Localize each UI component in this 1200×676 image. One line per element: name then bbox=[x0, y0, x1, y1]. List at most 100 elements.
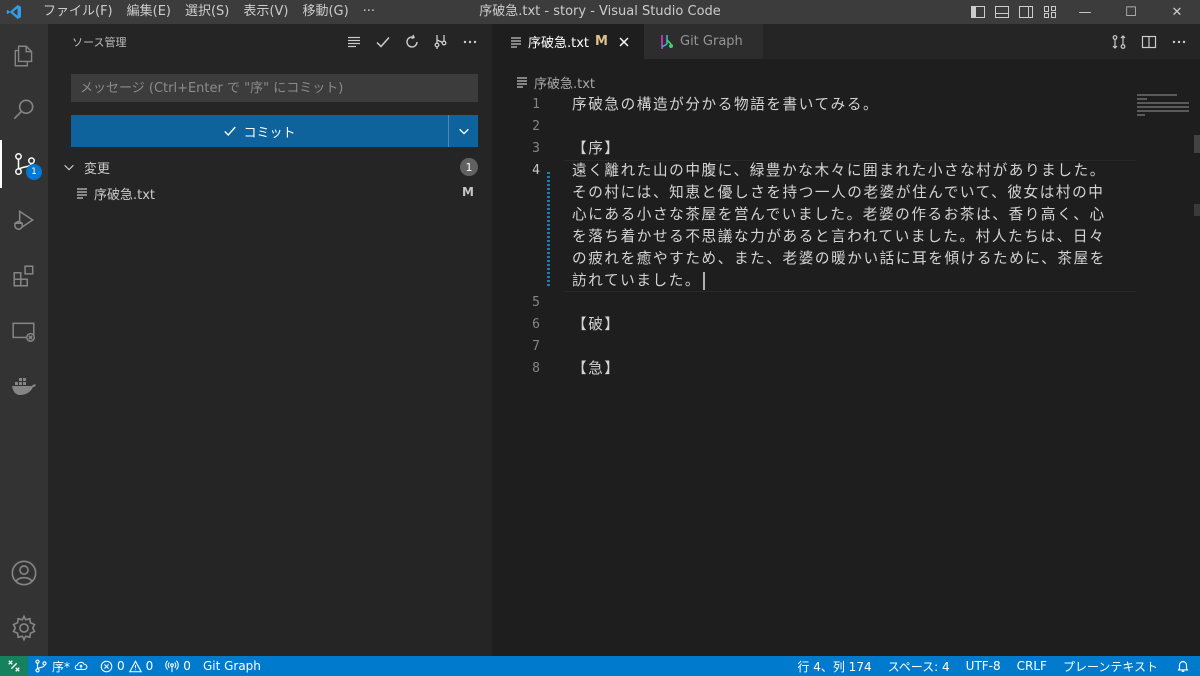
scrollbar-marker bbox=[1194, 204, 1200, 216]
split-editor-icon[interactable] bbox=[1134, 31, 1164, 53]
sidebar-actions bbox=[339, 32, 484, 52]
text-file-icon bbox=[76, 187, 90, 199]
changes-label: 変更 bbox=[84, 161, 111, 177]
run-debug-icon[interactable] bbox=[0, 196, 48, 244]
notifications-icon[interactable] bbox=[1166, 656, 1200, 676]
search-icon[interactable] bbox=[0, 86, 48, 134]
warning-icon bbox=[128, 659, 142, 672]
code-line-with-cursor: 訪れていました。 bbox=[572, 270, 706, 292]
chevron-down-icon bbox=[458, 128, 469, 135]
menu-bar: ファイル(F) 編集(E) 選択(S) 表示(V) 移動(G) ··· bbox=[36, 0, 382, 24]
editor-tab-bar: 序破急.txt M Git Graph bbox=[492, 24, 1200, 59]
cursor-position[interactable]: 行 4、列 174 bbox=[789, 656, 879, 676]
git-graph-status-label: Git Graph bbox=[202, 659, 261, 673]
end-of-line[interactable]: CRLF bbox=[1009, 656, 1055, 676]
line-number: 1 bbox=[532, 97, 540, 112]
close-icon[interactable] bbox=[618, 36, 630, 48]
status-bar-right: 行 4、列 174 スペース: 4 UTF-8 CRLF プレーンテキスト bbox=[789, 656, 1200, 676]
language-mode[interactable]: プレーンテキスト bbox=[1055, 656, 1166, 676]
more-actions-icon[interactable] bbox=[1164, 31, 1194, 53]
changed-file-item[interactable]: 序破急.txt M bbox=[48, 182, 492, 204]
git-graph-status-item[interactable]: Git Graph bbox=[197, 656, 267, 676]
editor-area: 序破急.txt M Git Graph 序破急.txt 1 2 3 4 5 6 … bbox=[492, 24, 1200, 656]
commit-button[interactable]: コミット bbox=[71, 115, 449, 147]
text-file-icon bbox=[511, 36, 521, 48]
problems-indicator[interactable]: 0 0 bbox=[94, 656, 159, 676]
code-line: その村には、知恵と優しさを持つ一人の老婆が住んでいて、彼女は村の中 bbox=[572, 184, 1105, 201]
encoding[interactable]: UTF-8 bbox=[958, 656, 1009, 676]
menu-more[interactable]: ··· bbox=[356, 0, 382, 24]
graph-icon[interactable] bbox=[426, 32, 455, 52]
line-number: 6 bbox=[532, 317, 540, 332]
menu-go[interactable]: 移動(G) bbox=[295, 0, 355, 24]
commit-message-input[interactable] bbox=[71, 74, 478, 102]
toggle-panel-icon[interactable] bbox=[990, 0, 1014, 24]
code-line: 遠く離れた山の中腹に、緑豊かな木々に囲まれた小さな村がありました。 bbox=[572, 162, 1106, 179]
commit-button-group: コミット bbox=[71, 115, 478, 147]
refresh-icon[interactable] bbox=[397, 32, 426, 52]
menu-view[interactable]: 表示(V) bbox=[236, 0, 295, 24]
git-branch-icon bbox=[35, 659, 47, 673]
menu-file[interactable]: ファイル(F) bbox=[36, 0, 120, 24]
file-status-modified: M bbox=[462, 185, 474, 199]
remote-icon bbox=[8, 660, 20, 672]
source-control-badge: 1 bbox=[26, 164, 42, 180]
error-icon bbox=[100, 660, 113, 672]
commit-check-icon[interactable] bbox=[368, 32, 397, 52]
modified-line-indicator[interactable] bbox=[547, 172, 550, 288]
minimap[interactable] bbox=[1137, 94, 1192, 124]
line-number: 4 bbox=[532, 163, 540, 178]
window-controls: — ☐ ✕ bbox=[966, 0, 1200, 24]
remote-indicator[interactable] bbox=[0, 656, 28, 676]
code-line: 【急】 bbox=[572, 360, 621, 377]
menu-edit[interactable]: 編集(E) bbox=[120, 0, 178, 24]
menu-selection[interactable]: 選択(S) bbox=[178, 0, 236, 24]
tab-label: Git Graph bbox=[680, 34, 743, 49]
warning-count: 0 bbox=[145, 659, 154, 673]
commit-dropdown-button[interactable] bbox=[449, 115, 478, 147]
breadcrumb[interactable]: 序破急.txt bbox=[516, 71, 595, 93]
close-button[interactable]: ✕ bbox=[1154, 0, 1200, 24]
check-icon bbox=[224, 126, 237, 136]
source-control-icon[interactable]: 1 bbox=[0, 140, 48, 188]
extensions-icon[interactable] bbox=[0, 252, 48, 300]
code-line: 【序】 bbox=[572, 140, 621, 157]
cloud-sync-icon[interactable] bbox=[74, 659, 88, 673]
line-number: 3 bbox=[532, 141, 540, 156]
branch-indicator[interactable]: 序* bbox=[28, 656, 94, 676]
docker-icon[interactable] bbox=[0, 362, 48, 410]
more-actions-icon[interactable] bbox=[455, 32, 484, 52]
commit-button-label: コミット bbox=[243, 125, 296, 141]
sidebar-header: ソース管理 bbox=[48, 24, 492, 59]
tab-story-file[interactable]: 序破急.txt M bbox=[492, 24, 644, 59]
toggle-primary-sidebar-icon[interactable] bbox=[966, 0, 990, 24]
ports-indicator[interactable]: 0 bbox=[159, 656, 197, 676]
minimize-button[interactable]: — bbox=[1062, 0, 1108, 24]
changes-count-badge: 1 bbox=[460, 158, 478, 176]
editor-actions bbox=[1104, 31, 1194, 53]
maximize-button[interactable]: ☐ bbox=[1108, 0, 1154, 24]
remote-explorer-icon[interactable] bbox=[0, 308, 48, 356]
activity-bar: 1 bbox=[0, 24, 48, 656]
line-number: 7 bbox=[532, 339, 540, 354]
account-icon[interactable] bbox=[0, 549, 48, 597]
title-bar: ファイル(F) 編集(E) 選択(S) 表示(V) 移動(G) ··· 序破急.… bbox=[0, 0, 1200, 24]
explorer-icon[interactable] bbox=[0, 32, 48, 80]
indentation[interactable]: スペース: 4 bbox=[880, 656, 958, 676]
chevron-down-icon bbox=[62, 160, 84, 174]
changes-group[interactable]: 変更 1 bbox=[48, 156, 492, 178]
customize-layout-icon[interactable] bbox=[1038, 0, 1062, 24]
changed-file-name: 序破急.txt bbox=[94, 187, 156, 203]
open-changes-icon[interactable] bbox=[1104, 31, 1134, 53]
toggle-secondary-sidebar-icon[interactable] bbox=[1014, 0, 1038, 24]
status-bar: 序* 0 0 0 Git Graph 行 4、列 174 スペース: 4 UTF… bbox=[0, 656, 1200, 676]
broadcast-icon bbox=[165, 660, 179, 673]
vscode-logo-icon[interactable] bbox=[0, 0, 28, 24]
manage-gear-icon[interactable] bbox=[0, 604, 48, 652]
view-as-list-icon[interactable] bbox=[339, 32, 368, 52]
line-number: 5 bbox=[532, 295, 540, 310]
code-line: 訪れていました。 bbox=[572, 272, 702, 289]
tab-git-graph[interactable]: Git Graph bbox=[644, 24, 764, 59]
scrollbar-thumb[interactable] bbox=[1194, 135, 1200, 153]
tab-label: 序破急.txt bbox=[528, 36, 590, 51]
